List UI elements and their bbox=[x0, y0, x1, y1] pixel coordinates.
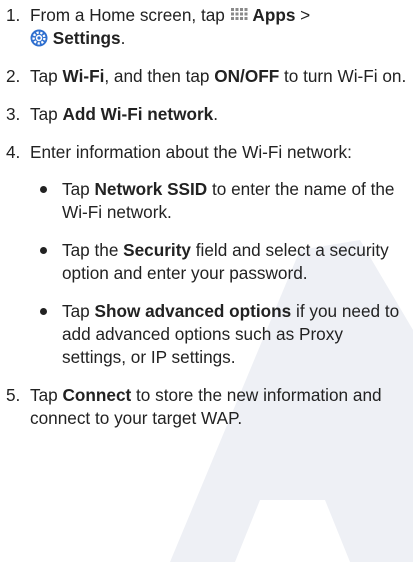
step-number: 2. bbox=[6, 66, 21, 86]
connect-label: Connect bbox=[62, 385, 132, 405]
step-5: 5. Tap Connect to store the new informat… bbox=[6, 384, 410, 430]
step-number: 4. bbox=[6, 142, 21, 162]
show-advanced-options-label: Show advanced options bbox=[94, 301, 292, 321]
apps-label: Apps bbox=[252, 5, 296, 25]
bullet-dot bbox=[40, 308, 47, 315]
step-text: Tap bbox=[30, 385, 63, 405]
bullet-dot bbox=[40, 186, 47, 193]
step-text: From a Home screen, tap bbox=[30, 5, 230, 25]
step-text: Enter information about the Wi-Fi networ… bbox=[30, 142, 352, 162]
step-text: Tap bbox=[30, 66, 63, 86]
on-off-label: ON/OFF bbox=[214, 66, 280, 86]
wifi-label: Wi-Fi bbox=[62, 66, 105, 86]
bullet-text: Tap bbox=[62, 179, 95, 199]
bullet-list: Tap Network SSID to enter the name of th… bbox=[30, 178, 410, 369]
instructions: 1. From a Home screen, tap Apps > Settin… bbox=[0, 0, 410, 430]
bullet-item-security: Tap the Security field and select a secu… bbox=[30, 239, 410, 285]
step-text: to turn Wi-Fi on. bbox=[279, 66, 407, 86]
settings-label: Settings bbox=[52, 28, 121, 48]
apps-grid-icon bbox=[230, 6, 248, 24]
step-text: Tap bbox=[30, 104, 63, 124]
step-text: . bbox=[120, 28, 126, 48]
bullet-text: Tap the bbox=[62, 240, 124, 260]
add-wifi-network-label: Add Wi-Fi network bbox=[62, 104, 214, 124]
bullet-item-ssid: Tap Network SSID to enter the name of th… bbox=[30, 178, 410, 224]
step-text: , and then tap bbox=[104, 66, 215, 86]
step-4: 4. Enter information about the Wi-Fi net… bbox=[6, 141, 410, 369]
step-text: > bbox=[295, 5, 311, 25]
step-1: 1. From a Home screen, tap Apps > Settin… bbox=[6, 4, 410, 50]
step-number: 5. bbox=[6, 385, 21, 405]
step-2: 2. Tap Wi-Fi, and then tap ON/OFF to tur… bbox=[6, 65, 410, 88]
step-3: 3. Tap Add Wi-Fi network. bbox=[6, 103, 410, 126]
bullet-dot bbox=[40, 247, 47, 254]
bullet-item-advanced: Tap Show advanced options if you need to… bbox=[30, 300, 410, 369]
bullet-text: Tap bbox=[62, 301, 95, 321]
step-number: 3. bbox=[6, 104, 21, 124]
security-label: Security bbox=[123, 240, 191, 260]
settings-gear-icon bbox=[30, 29, 48, 47]
steps-list: 1. From a Home screen, tap Apps > Settin… bbox=[6, 4, 410, 430]
step-text: . bbox=[213, 104, 218, 124]
step-number: 1. bbox=[6, 5, 21, 25]
network-ssid-label: Network SSID bbox=[94, 179, 208, 199]
